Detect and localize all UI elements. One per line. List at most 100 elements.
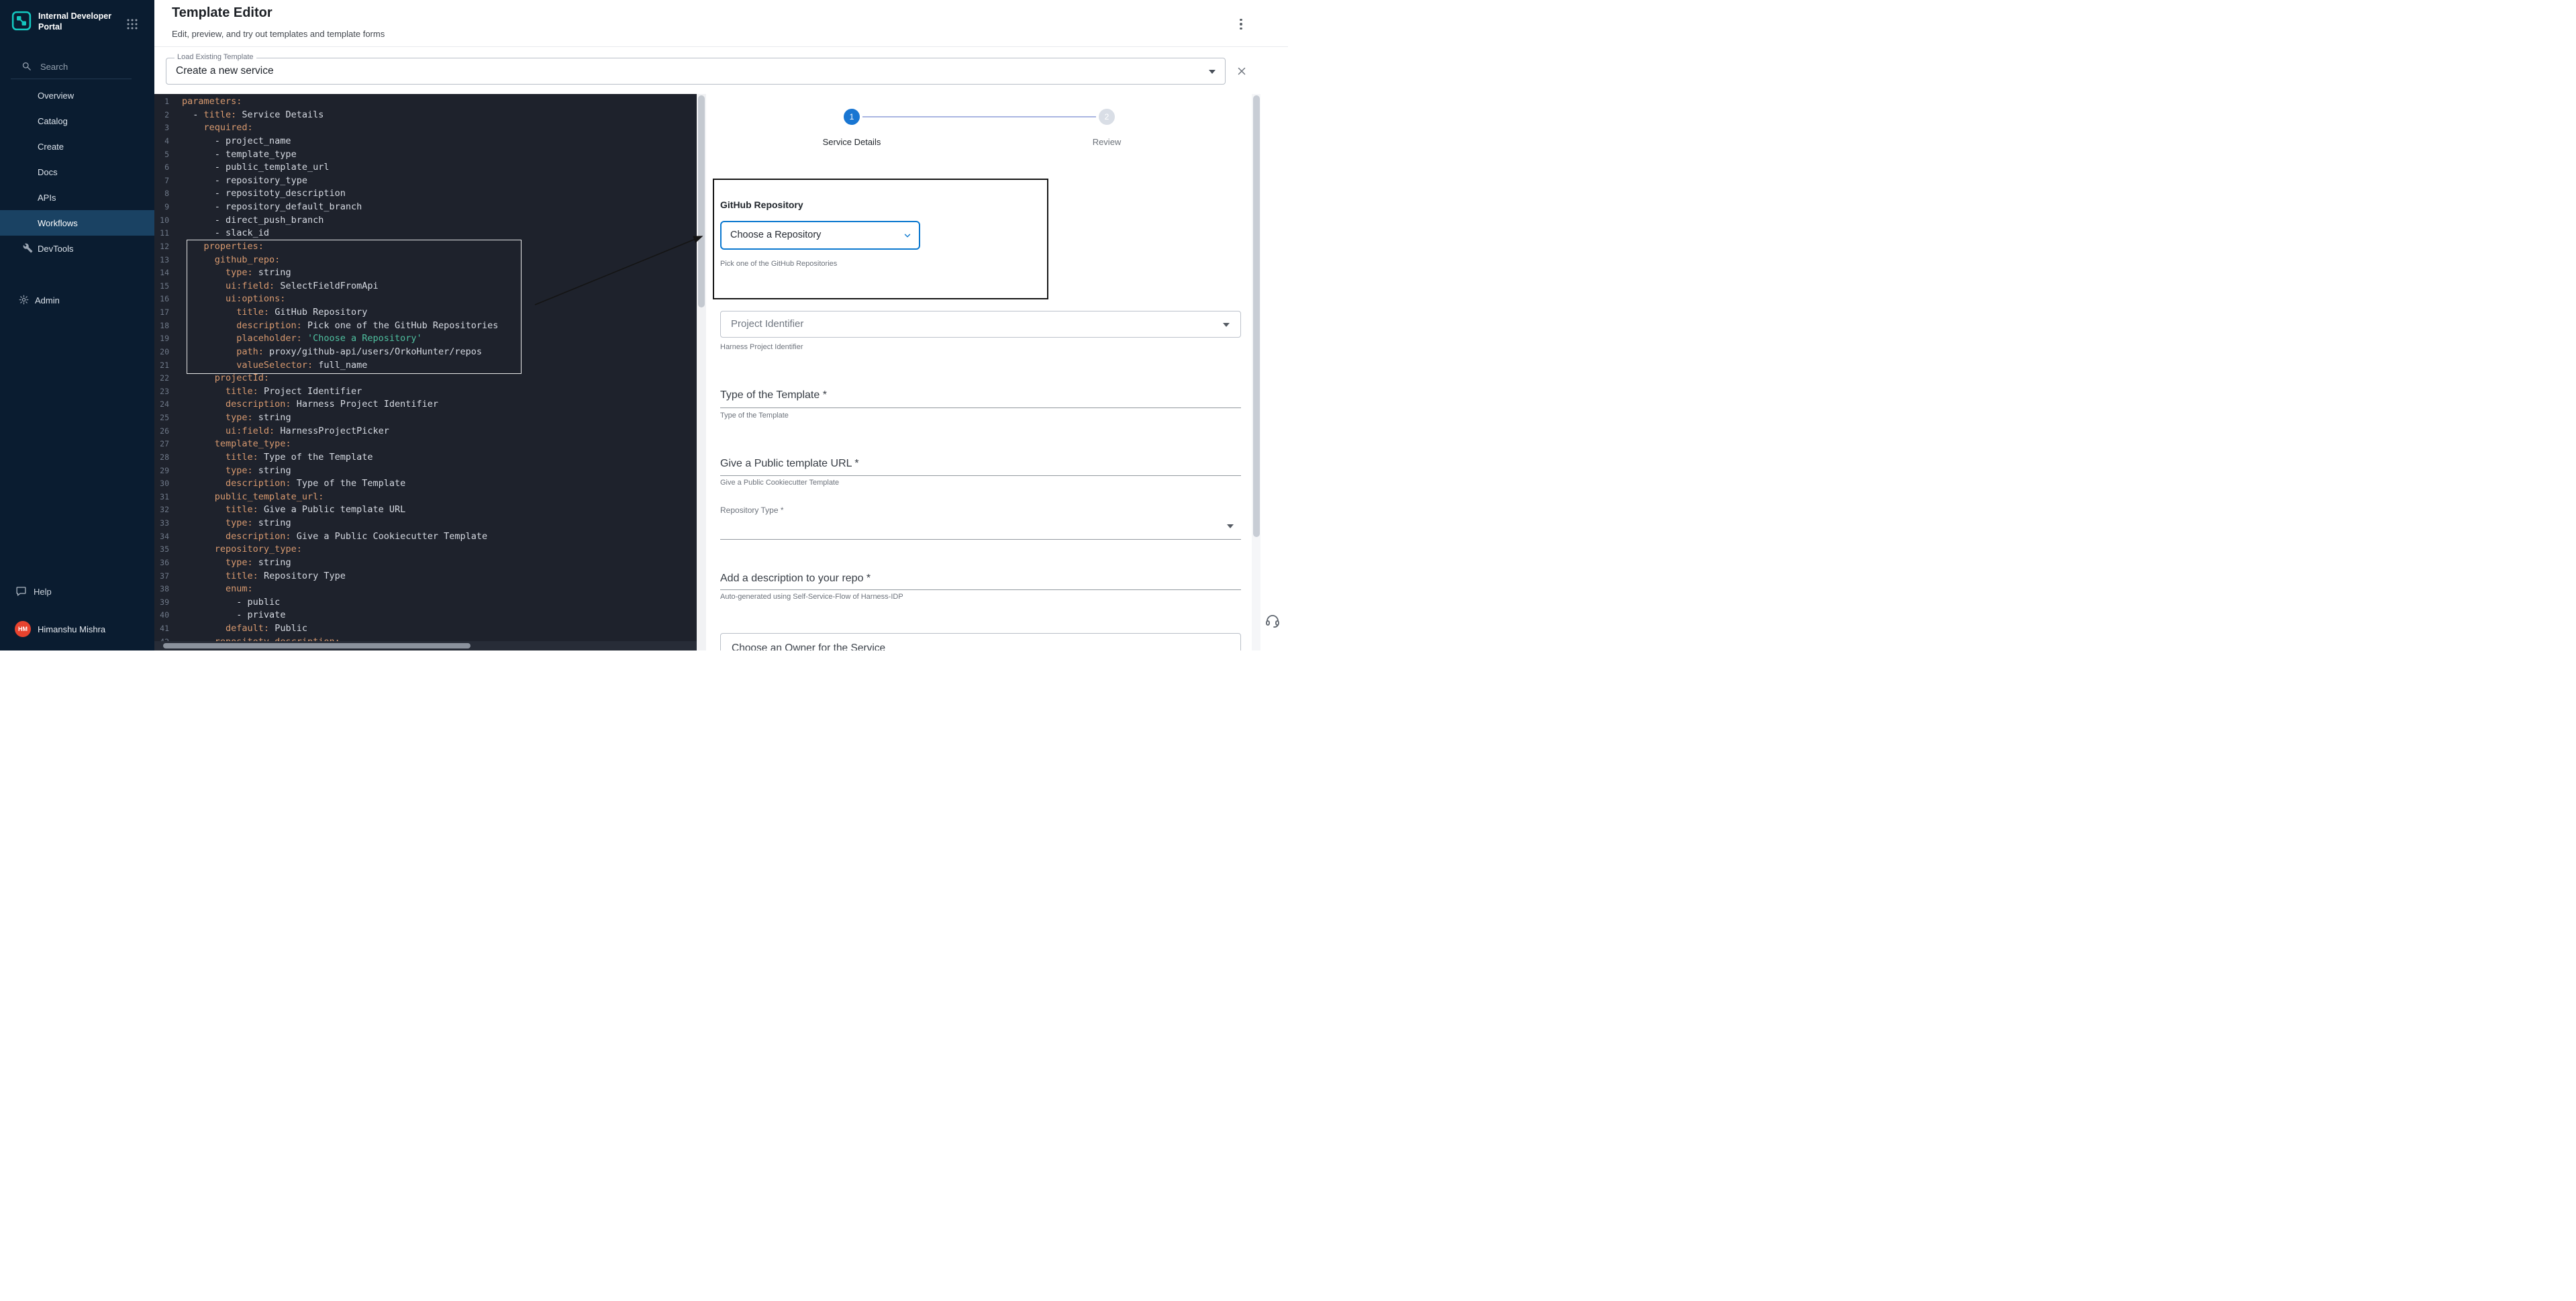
search-label: Search xyxy=(40,62,68,72)
code-editor[interactable]: 1parameters:2 - title: Service Details3 … xyxy=(154,94,697,650)
sidebar-item-overview[interactable]: Overview xyxy=(0,83,154,108)
repository-type-underline[interactable] xyxy=(720,539,1241,540)
step-2-label: Review xyxy=(1053,137,1160,147)
user-menu[interactable]: HM Himanshu Mishra xyxy=(0,620,154,638)
code-line: 32 title: Give a Public template URL xyxy=(154,503,697,517)
code-line: 24 description: Harness Project Identifi… xyxy=(154,398,697,412)
editor-horizontal-scrollbar[interactable] xyxy=(154,641,697,650)
github-repo-label: GitHub Repository xyxy=(720,199,803,210)
github-repo-helper: Pick one of the GitHub Repositories xyxy=(720,260,837,268)
step-1-indicator[interactable]: 1 xyxy=(844,109,860,125)
brand: Internal Developer Portal xyxy=(11,11,111,32)
owner-select[interactable]: Choose an Owner for the Service xyxy=(720,633,1241,650)
load-template-value: Create a new service xyxy=(176,58,274,84)
code-line: 19 placeholder: 'Choose a Repository' xyxy=(154,332,697,346)
template-type-field[interactable]: Type of the Template * xyxy=(720,389,827,401)
sidebar-item-create[interactable]: Create xyxy=(0,134,154,159)
owner-select-label: Choose an Owner for the Service xyxy=(732,642,885,650)
code-line: 11 - slack_id xyxy=(154,227,697,240)
code-line: 25 type: string xyxy=(154,412,697,425)
code-line: 15 ui:field: SelectFieldFromApi xyxy=(154,280,697,293)
sidebar-item-label: Workflows xyxy=(38,218,78,228)
code-line: 13 github_repo: xyxy=(154,254,697,267)
support-chat-icon[interactable] xyxy=(1265,613,1281,629)
sidebar-item-admin[interactable]: Admin xyxy=(0,291,154,309)
code-line: 40 - private xyxy=(154,609,697,622)
sidebar-item-label: APIs xyxy=(38,193,56,203)
code-line: 41 default: Public xyxy=(154,622,697,636)
public-url-underline xyxy=(720,475,1241,476)
sidebar-item-catalog[interactable]: Catalog xyxy=(0,108,154,134)
apps-grid-icon[interactable] xyxy=(126,18,138,30)
code-area: 1parameters:2 - title: Service Details3 … xyxy=(154,95,697,648)
sidebar-item-workflows[interactable]: Workflows xyxy=(0,210,154,236)
code-line: 3 required: xyxy=(154,122,697,135)
code-line: 14 type: string xyxy=(154,267,697,280)
editor-vertical-scrollbar[interactable] xyxy=(697,94,706,650)
code-line: 35 repository_type: xyxy=(154,543,697,557)
kebab-menu-icon[interactable] xyxy=(1236,15,1246,33)
code-line: 27 template_type: xyxy=(154,438,697,451)
horizontal-scrollbar-thumb[interactable] xyxy=(163,643,470,648)
code-line: 2 - title: Service Details xyxy=(154,109,697,122)
code-line: 29 type: string xyxy=(154,465,697,478)
stepper-connector xyxy=(862,116,1096,117)
sidebar-item-docs[interactable]: Docs xyxy=(0,159,154,185)
code-line: 36 type: string xyxy=(154,557,697,570)
repo-description-field[interactable]: Add a description to your repo * xyxy=(720,573,871,585)
sidebar-item-label: DevTools xyxy=(38,244,73,254)
step-1-label: Service Details xyxy=(798,137,905,147)
code-line: 10 - direct_push_branch xyxy=(154,214,697,228)
template-type-underline xyxy=(720,407,1241,408)
panel-vertical-scrollbar[interactable] xyxy=(1252,94,1260,650)
project-identifier-helper: Harness Project Identifier xyxy=(720,343,803,351)
code-line: 31 public_template_url: xyxy=(154,491,697,504)
close-button[interactable] xyxy=(1235,65,1248,79)
code-line: 8 - repositoty_description xyxy=(154,187,697,201)
gear-icon xyxy=(19,295,29,305)
close-icon xyxy=(1236,65,1248,77)
step-2-indicator[interactable]: 2 xyxy=(1099,109,1115,125)
code-line: 20 path: proxy/github-api/users/OrkoHunt… xyxy=(154,346,697,359)
code-line: 33 type: string xyxy=(154,517,697,530)
code-line: 22 projectId: xyxy=(154,372,697,385)
dropdown-caret-icon[interactable] xyxy=(1227,524,1234,528)
brand-text: Internal Developer Portal xyxy=(38,11,111,32)
dropdown-caret-icon xyxy=(1209,70,1216,74)
panel-scrollbar-thumb[interactable] xyxy=(1253,95,1260,537)
sidebar-item-help[interactable]: Help xyxy=(0,582,154,601)
vertical-scrollbar-thumb[interactable] xyxy=(698,95,705,307)
sidebar-search[interactable]: Search xyxy=(0,57,154,76)
code-line: 26 ui:field: HarnessProjectPicker xyxy=(154,425,697,438)
brand-line2: Portal xyxy=(38,21,111,32)
sidebar-item-label: Create xyxy=(38,142,64,152)
page-title: Template Editor xyxy=(172,5,273,21)
code-line: 21 valueSelector: full_name xyxy=(154,359,697,373)
sidebar-item-apis[interactable]: APIs xyxy=(0,185,154,210)
code-line: 28 title: Type of the Template xyxy=(154,451,697,465)
sidebar-item-devtools[interactable]: DevTools xyxy=(0,236,154,261)
public-url-field[interactable]: Give a Public template URL * xyxy=(720,458,859,470)
public-url-helper: Give a Public Cookiecutter Template xyxy=(720,479,839,487)
code-line: 23 title: Project Identifier xyxy=(154,385,697,399)
chevron-down-icon xyxy=(903,231,912,240)
code-line: 9 - repository_default_branch xyxy=(154,201,697,214)
code-line: 16 ui:options: xyxy=(154,293,697,306)
load-template-select[interactable]: Load Existing Template Create a new serv… xyxy=(166,58,1226,85)
search-icon xyxy=(21,61,32,71)
template-type-helper: Type of the Template xyxy=(720,412,789,420)
project-identifier-select[interactable]: Project Identifier xyxy=(720,311,1241,338)
github-repo-select[interactable]: Choose a Repository xyxy=(720,221,920,250)
admin-label: Admin xyxy=(35,295,60,305)
code-line: 39 - public xyxy=(154,596,697,610)
code-line: 12 properties: xyxy=(154,240,697,254)
code-line: 4 - project_name xyxy=(154,135,697,148)
code-line: 18 description: Pick one of the GitHub R… xyxy=(154,320,697,333)
sidebar-item-label: Docs xyxy=(38,167,58,177)
code-line: 34 description: Give a Public Cookiecutt… xyxy=(154,530,697,544)
code-line: 38 enum: xyxy=(154,583,697,596)
sidebar: Internal Developer Portal Search Overvie… xyxy=(0,0,154,650)
page-subtitle: Edit, preview, and try out templates and… xyxy=(172,29,385,39)
wrench-icon xyxy=(23,243,33,255)
dropdown-caret-icon xyxy=(1223,323,1230,327)
